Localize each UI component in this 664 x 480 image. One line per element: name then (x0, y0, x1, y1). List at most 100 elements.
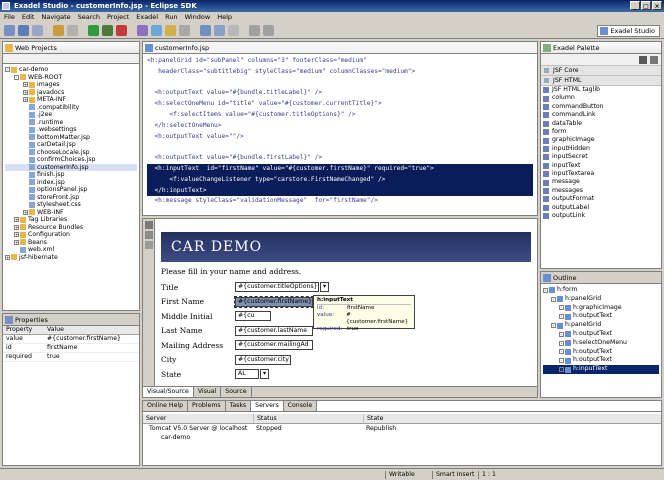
palette-menu-icon[interactable] (650, 56, 658, 64)
form-select[interactable]: AL (235, 369, 259, 380)
tree-item[interactable]: storeFront.jsp (5, 194, 137, 202)
expand-toggle-icon[interactable]: - (559, 314, 564, 320)
palette-item[interactable]: dataTable (541, 120, 661, 128)
tree-item[interactable]: stylesheet.css (5, 201, 137, 209)
tree-item[interactable]: .compatibility (5, 104, 137, 112)
tree-item[interactable]: - WEB-ROOT (5, 74, 137, 82)
server-row[interactable]: Tomcat V5.0 Server @ localhost Stopped Rep… (143, 424, 661, 433)
form-input[interactable]: #{customer.lastName (235, 325, 313, 336)
expand-toggle-icon[interactable]: - (559, 349, 564, 355)
palette-item[interactable]: outputLabel (541, 204, 661, 212)
palette-item[interactable]: inputTextarea (541, 170, 661, 178)
perspective-switcher[interactable]: Exadel Studio (597, 25, 660, 37)
expand-toggle-icon[interactable]: - (559, 340, 564, 346)
tree-item[interactable]: carDetail.jsp (5, 141, 137, 149)
expand-toggle-icon[interactable]: + (5, 254, 10, 260)
palette-item[interactable]: inputText (541, 162, 661, 170)
tree-item[interactable]: web.xml (5, 246, 137, 254)
expand-toggle-icon[interactable]: + (23, 97, 28, 103)
tree-item[interactable]: finish.jsp (5, 171, 137, 179)
expand-toggle-icon[interactable]: + (14, 239, 19, 245)
palette-group-jsf-html[interactable]: JSF HTML (541, 76, 661, 86)
exadel-icon[interactable] (137, 25, 148, 36)
palette-item[interactable]: message (541, 178, 661, 186)
palette-item[interactable]: messages (541, 187, 661, 195)
tab-servers[interactable]: Servers (251, 401, 284, 411)
form-input[interactable]: #{cu (235, 311, 271, 322)
menu-edit[interactable]: Edit (22, 12, 35, 23)
expand-toggle-icon[interactable]: - (559, 305, 564, 311)
tree-item[interactable]: chooseLocale.jsp (5, 149, 137, 157)
palette-item[interactable]: inputSecret (541, 153, 661, 161)
tree-item[interactable]: + javadocs (5, 89, 137, 97)
expand-toggle-icon[interactable]: + (14, 232, 19, 238)
palette-group-jsf-core[interactable]: JSF Core (541, 66, 661, 76)
minimize-button[interactable]: _ (630, 1, 640, 10)
run-icon[interactable] (88, 25, 99, 36)
jsp-icon[interactable] (151, 25, 162, 36)
palette-item[interactable]: form (541, 128, 661, 136)
back-icon[interactable] (249, 25, 260, 36)
outline-item[interactable]: - h:graphicImage (543, 304, 659, 313)
tab-visual[interactable]: Visual (193, 387, 222, 397)
form-input[interactable]: #{customer.mailingAd (235, 340, 313, 351)
editor-tab[interactable]: customerInfo.jsp (143, 42, 537, 54)
print-icon[interactable] (32, 25, 43, 36)
tree-item[interactable]: + Configuration (5, 231, 137, 239)
palette-tab[interactable]: Exadel Palette (541, 42, 661, 54)
expand-toggle-icon[interactable]: + (14, 224, 19, 230)
palette-item[interactable]: outputLink (541, 212, 661, 220)
palette-options-icon[interactable] (639, 56, 647, 64)
menu-file[interactable]: File (4, 12, 15, 23)
menu-exadel[interactable]: Exadel (136, 12, 158, 23)
open-type-icon[interactable] (214, 25, 225, 36)
tree-item[interactable]: customerInfo.jsp (5, 163, 137, 171)
expand-toggle-icon[interactable]: + (14, 217, 19, 223)
tab-problems[interactable]: Problems (188, 401, 226, 411)
new-project-icon[interactable] (53, 25, 64, 36)
palette-item[interactable]: inputHidden (541, 145, 661, 153)
new-icon[interactable] (4, 25, 15, 36)
tree-item[interactable]: optionsPanel.jsp (5, 186, 137, 194)
palette-item[interactable]: outputFormat (541, 195, 661, 203)
tree-item[interactable]: + jsf-hibernate (5, 254, 137, 262)
expand-toggle-icon[interactable]: - (551, 296, 556, 302)
build-icon[interactable] (67, 25, 78, 36)
stop-icon[interactable] (116, 25, 127, 36)
tree-item[interactable]: confirmChoices.jsp (5, 156, 137, 164)
tree-item[interactable]: .j2ee (5, 111, 137, 119)
forward-icon[interactable] (263, 25, 274, 36)
outline-item[interactable]: - h:outputText (543, 330, 659, 339)
palette-item[interactable]: JSF HTML taglib (541, 86, 661, 94)
maximize-button[interactable]: □ (641, 1, 651, 10)
form-select[interactable]: #{customer.titleOptions} (235, 282, 319, 293)
expand-toggle-icon[interactable]: - (5, 67, 10, 73)
outline-tab[interactable]: Outline (541, 272, 661, 284)
tree-item[interactable]: bottomMatter.jsp (5, 134, 137, 142)
expand-toggle-icon[interactable]: - (559, 367, 564, 373)
server-icon[interactable] (165, 25, 176, 36)
property-row[interactable]: value #{customer.firstName} (3, 335, 139, 344)
palette-item[interactable]: column (541, 94, 661, 102)
annotation-icon[interactable] (228, 25, 239, 36)
expand-toggle-icon[interactable]: - (543, 287, 548, 293)
toggle-icon[interactable] (145, 221, 153, 229)
property-row[interactable]: required true (3, 353, 139, 362)
preview-icon[interactable] (145, 231, 153, 239)
tree-item[interactable]: + Resource Bundles (5, 224, 137, 232)
menu-run[interactable]: Run (165, 12, 177, 23)
dropdown-arrow-icon[interactable]: ▾ (320, 282, 329, 293)
outline-item[interactable]: - h:panelGrid (543, 295, 659, 304)
form-input[interactable]: #{customer.city} (235, 354, 291, 365)
tab-tasks[interactable]: Tasks (225, 401, 252, 411)
property-row[interactable]: id firstName (3, 344, 139, 353)
outline-item[interactable]: - h:inputText (543, 365, 659, 374)
close-button[interactable]: × (652, 1, 662, 10)
tree-item[interactable]: + Beans (5, 239, 137, 247)
menu-help[interactable]: Help (217, 12, 232, 23)
palette-item[interactable]: commandButton (541, 103, 661, 111)
expand-toggle-icon[interactable]: + (23, 209, 28, 215)
tab-visual-source[interactable]: Visual/Source (143, 387, 194, 397)
menu-navigate[interactable]: Navigate (41, 12, 70, 23)
tab-console[interactable]: Console (283, 401, 318, 411)
